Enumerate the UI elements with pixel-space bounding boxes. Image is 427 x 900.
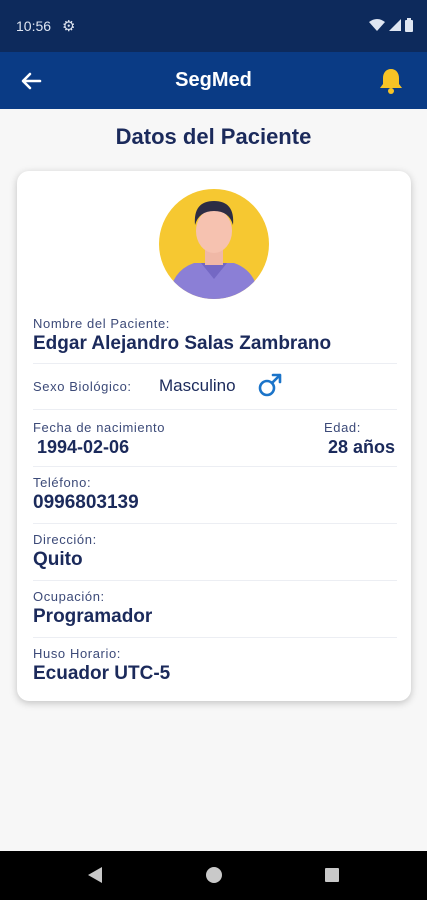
status-time: 10:56 (16, 18, 52, 34)
recents-square-icon[interactable] (323, 865, 341, 885)
birth-date-label: Fecha de nacimiento (33, 420, 166, 435)
timezone-value: Ecuador UTC-5 (33, 663, 171, 684)
age-label: Edad: (324, 420, 361, 435)
divider (33, 409, 397, 410)
age-value: 28 años (328, 437, 396, 457)
person-avatar-icon (169, 201, 259, 299)
app-title: SegMed (175, 69, 252, 91)
patient-name-label: Nombre del Paciente: (33, 316, 171, 331)
address-label: Dirección: (33, 532, 97, 547)
settings-gear-icon: ⚙ (62, 18, 76, 35)
male-symbol-icon (258, 373, 282, 397)
home-circle-icon[interactable] (205, 865, 223, 885)
address-value: Quito (33, 549, 83, 570)
occupation-value: Programador (33, 606, 153, 627)
status-bar: 10:56 ⚙ (0, 0, 427, 52)
system-nav-bar (0, 851, 427, 900)
birth-date-value: 1994-02-06 (37, 437, 130, 457)
divider (33, 637, 397, 638)
signal-icon (389, 19, 401, 31)
bell-icon (380, 69, 402, 94)
phone-label: Teléfono: (33, 475, 92, 490)
occupation-label: Ocupación: (33, 589, 105, 604)
sex-value: Masculino (159, 376, 236, 395)
divider (33, 523, 397, 524)
wifi-icon (369, 19, 385, 31)
app-bar: SegMed (0, 52, 427, 109)
back-triangle-icon[interactable] (86, 865, 104, 885)
divider (33, 363, 397, 364)
notifications-button[interactable] (375, 65, 407, 97)
sex-label: Sexo Biológico: (33, 379, 132, 394)
battery-icon (405, 18, 413, 32)
status-icons (369, 18, 413, 32)
divider (33, 580, 397, 581)
divider (33, 466, 397, 467)
patient-avatar (159, 189, 269, 299)
phone-value: 0996803139 (33, 492, 139, 513)
patient-name-value: Edgar Alejandro Salas Zambrano (33, 333, 332, 354)
timezone-label: Huso Horario: (33, 646, 121, 661)
patient-card: Nombre del Paciente: Edgar Alejandro Sal… (17, 171, 411, 701)
page-title: Datos del Paciente (115, 124, 312, 149)
